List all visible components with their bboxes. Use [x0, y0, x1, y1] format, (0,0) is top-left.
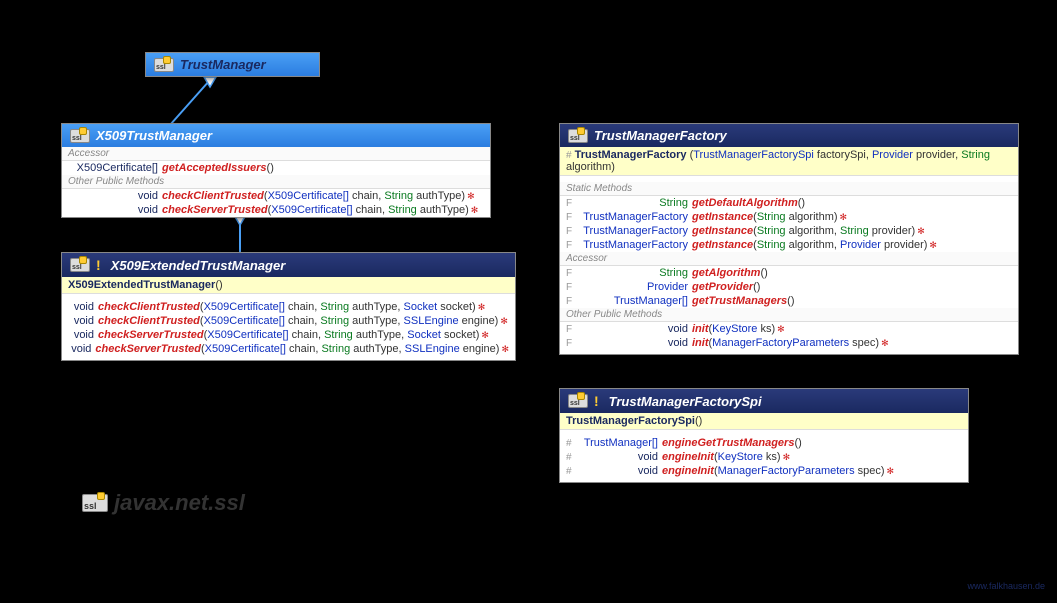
class-title: TrustManagerFactory	[594, 128, 727, 143]
ssl-icon: ssl	[70, 258, 90, 272]
method-row: FTrustManagerFactory getInstance (String…	[560, 210, 1018, 224]
class-trustmanagerfactoryspi: ssl ! TrustManagerFactorySpi TrustManage…	[559, 388, 969, 483]
section-accessor: Accessor	[62, 147, 490, 161]
class-header: ssl TrustManager	[146, 53, 319, 76]
method-row: FProvider getProvider()	[560, 280, 1018, 294]
package-name: javax.net.ssl	[114, 490, 245, 516]
method-row: void checkServerTrusted (X509Certificate…	[62, 328, 515, 342]
ssl-icon: ssl	[568, 129, 588, 143]
abstract-marker: !	[96, 257, 101, 273]
throws-icon: ✻	[471, 205, 479, 216]
class-x509trustmanager: ssl X509TrustManager Accessor X509Certif…	[61, 123, 491, 218]
class-header: ssl ! X509ExtendedTrustManager	[62, 253, 515, 277]
class-trustmanager: ssl TrustManager	[145, 52, 320, 77]
method-row: FString getAlgorithm()	[560, 266, 1018, 280]
method-row: FString getDefaultAlgorithm()	[560, 196, 1018, 210]
footer-link[interactable]: www.falkhausen.de	[967, 581, 1045, 591]
package-label: ssl javax.net.ssl	[82, 490, 245, 516]
method-row: void checkServerTrusted (X509Certificate…	[62, 342, 515, 356]
class-title: X509TrustManager	[96, 128, 212, 143]
ssl-icon: ssl	[70, 129, 90, 143]
constructor-row: TrustManagerFactorySpi()	[560, 413, 968, 430]
method-row: FTrustManagerFactory getInstance (String…	[560, 224, 1018, 238]
method-row: #void engineInit (ManagerFactoryParamete…	[560, 464, 968, 478]
method-row: void checkServerTrusted (X509Certificate…	[62, 203, 490, 217]
ssl-icon: ssl	[154, 58, 174, 72]
class-header: ssl TrustManagerFactory	[560, 124, 1018, 147]
section-static: Static Methods	[560, 182, 1018, 196]
class-trustmanagerfactory: ssl TrustManagerFactory # TrustManagerFa…	[559, 123, 1019, 355]
method-row: Fvoid init (KeyStore ks)✻	[560, 322, 1018, 336]
method-row: Fvoid init (ManagerFactoryParameters spe…	[560, 336, 1018, 350]
throws-icon: ✻	[467, 191, 475, 202]
ssl-icon: ssl	[568, 394, 588, 408]
method-row: FTrustManagerFactory getInstance (String…	[560, 238, 1018, 252]
ssl-icon: ssl	[82, 494, 108, 512]
constructor-row: X509ExtendedTrustManager()	[62, 277, 515, 294]
method-row: void checkClientTrusted (X509Certificate…	[62, 189, 490, 203]
class-title: TrustManager	[180, 57, 266, 72]
class-header: ssl ! TrustManagerFactorySpi	[560, 389, 968, 413]
method-row: FTrustManager[] getTrustManagers()	[560, 294, 1018, 308]
method-row: void checkClientTrusted (X509Certificate…	[62, 314, 515, 328]
class-x509extendedtrustmanager: ssl ! X509ExtendedTrustManager X509Exten…	[61, 252, 516, 361]
section-other: Other Public Methods	[560, 308, 1018, 322]
constructor-row: # TrustManagerFactory (TrustManagerFacto…	[560, 147, 1018, 176]
method-row: void checkClientTrusted (X509Certificate…	[62, 300, 515, 314]
section-accessor: Accessor	[560, 252, 1018, 266]
method-row: #TrustManager[] engineGetTrustManagers()	[560, 436, 968, 450]
class-title: TrustManagerFactorySpi	[609, 394, 762, 409]
class-header: ssl X509TrustManager	[62, 124, 490, 147]
abstract-marker: !	[594, 393, 599, 409]
class-title: X509ExtendedTrustManager	[111, 258, 286, 273]
method-row: X509Certificate[] getAcceptedIssuers ()	[62, 161, 490, 175]
method-row: #void engineInit (KeyStore ks)✻	[560, 450, 968, 464]
section-other: Other Public Methods	[62, 175, 490, 189]
